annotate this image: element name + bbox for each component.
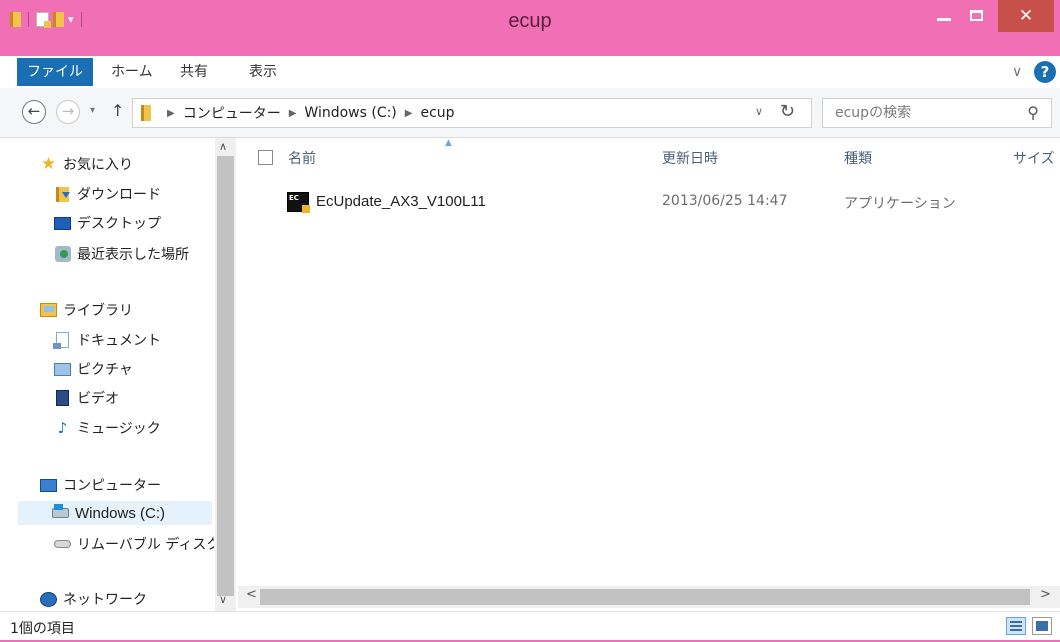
up-button[interactable]: ↑ (111, 101, 124, 120)
nav-item-label: ダウンロード (77, 187, 161, 203)
tab-home[interactable]: ホーム (111, 56, 153, 88)
breadcrumb-current[interactable]: ecup (420, 105, 454, 121)
nav-item-label: リムーバブル ディスク (77, 537, 214, 553)
folder-icon (141, 105, 151, 121)
address-bar[interactable]: ▶ コンピューター ▶ Windows (C:) ▶ ecup ∨ ↻ (132, 98, 812, 128)
nav-item-removable-disk[interactable]: リムーバブル ディスク (54, 532, 214, 556)
search-box[interactable]: ⚲ (822, 98, 1052, 128)
refresh-icon[interactable]: ↻ (780, 101, 795, 122)
downloads-folder-icon (56, 186, 70, 202)
computer-icon (40, 478, 57, 492)
column-header-size[interactable]: サイズ (1013, 148, 1060, 168)
navigation-bar: ← → ▾ ↑ ▶ コンピューター ▶ Windows (C:) ▶ ecup … (0, 88, 1060, 138)
column-headers: ▲ 名前 更新日時 種類 サイズ (238, 138, 1060, 178)
nav-item-network[interactable]: ネットワーク (40, 589, 147, 609)
chevron-down-icon[interactable]: ∨ (1012, 64, 1022, 80)
navigation-pane: ★ お気に入り ダウンロード デスクトップ 最近表示した場所 ライブラリ ドキュ… (0, 138, 238, 611)
large-icons-view-icon[interactable] (1032, 617, 1052, 635)
nav-item-label: デスクトップ (77, 216, 161, 232)
nav-item-pictures[interactable]: ピクチャ (54, 357, 133, 381)
tab-share[interactable]: 共有 (180, 56, 208, 88)
nav-item-label: お気に入り (63, 157, 133, 173)
nav-item-recent-places[interactable]: 最近表示した場所 (54, 242, 189, 266)
nav-item-videos[interactable]: ビデオ (54, 386, 119, 410)
breadcrumb-separator-icon[interactable]: ▶ (405, 108, 413, 119)
item-count: 1個の項目 (10, 621, 75, 637)
libraries-icon (40, 303, 57, 317)
search-input[interactable] (823, 99, 1003, 127)
scroll-right-icon[interactable]: > (1040, 587, 1051, 602)
nav-item-label: ライブラリ (63, 303, 133, 319)
table-row[interactable]: EC EcUpdate_AX3_V100L11 2013/06/25 14:47… (238, 188, 1060, 216)
nav-item-desktop[interactable]: デスクトップ (54, 211, 161, 235)
recent-places-icon (54, 246, 71, 262)
maximize-button[interactable] (962, 0, 990, 30)
file-type: アプリケーション (844, 196, 956, 212)
column-header-modified[interactable]: 更新日時 (662, 148, 718, 168)
title-bar: ▾ ecup ✕ (0, 0, 1060, 56)
address-history-dropdown-icon[interactable]: ∨ (755, 105, 763, 118)
select-all-checkbox[interactable] (258, 150, 273, 165)
drive-icon (52, 504, 69, 518)
scroll-left-icon[interactable]: < (246, 587, 257, 602)
column-header-name[interactable]: 名前 (288, 148, 316, 168)
scroll-up-icon[interactable]: ∧ (219, 140, 227, 153)
nav-item-computer[interactable]: コンピューター (40, 473, 161, 497)
ribbon-tabs: ファイル ホーム 共有 表示 ∨ ? (0, 56, 1060, 88)
documents-icon (53, 332, 69, 349)
nav-item-documents[interactable]: ドキュメント (53, 328, 161, 352)
search-icon[interactable]: ⚲ (1027, 103, 1039, 122)
recent-locations-icon[interactable]: ▾ (90, 105, 95, 116)
nav-item-favorites[interactable]: ★ お気に入り (40, 152, 133, 176)
nav-item-music[interactable]: ♪ ミュージック (54, 416, 161, 440)
minimize-icon (937, 17, 951, 21)
nav-item-downloads[interactable]: ダウンロード (54, 182, 161, 206)
close-button[interactable]: ✕ (998, 0, 1054, 32)
breadcrumb-separator-icon[interactable]: ▶ (289, 108, 297, 119)
network-icon (40, 591, 57, 607)
nav-item-label: 最近表示した場所 (77, 247, 189, 263)
nav-item-label: ミュージック (77, 421, 161, 437)
help-icon[interactable]: ? (1034, 61, 1056, 83)
column-header-type[interactable]: 種類 (844, 148, 872, 168)
removable-disk-icon (54, 540, 71, 548)
nav-item-libraries[interactable]: ライブラリ (40, 298, 133, 322)
breadcrumb-separator-icon[interactable]: ▶ (167, 108, 175, 119)
nav-item-label: ピクチャ (77, 362, 133, 378)
nav-item-label: コンピューター (63, 478, 161, 494)
pictures-icon (54, 362, 71, 376)
music-icon: ♪ (57, 419, 68, 437)
application-icon: EC (287, 192, 310, 213)
breadcrumb-drive[interactable]: Windows (C:) (304, 105, 396, 121)
nav-item-label: Windows (C:) (75, 504, 166, 522)
file-name: EcUpdate_AX3_V100L11 (316, 193, 486, 210)
forward-button[interactable]: → (56, 100, 80, 124)
scrollbar-thumb[interactable] (260, 589, 1030, 605)
scroll-down-icon[interactable]: ∨ (219, 593, 227, 606)
scrollbar-thumb[interactable] (217, 156, 234, 596)
tab-file[interactable]: ファイル (17, 58, 93, 86)
nav-pane-scrollbar[interactable]: ∧ ∨ (215, 138, 236, 611)
maximize-icon (969, 9, 983, 21)
tab-view[interactable]: 表示 (249, 56, 277, 88)
nav-item-label: ビデオ (77, 391, 119, 407)
sort-ascending-icon: ▲ (445, 138, 452, 148)
status-bar: 1個の項目 (0, 611, 1060, 640)
videos-icon (56, 390, 69, 406)
horizontal-scrollbar[interactable]: < > (238, 586, 1060, 608)
minimize-button[interactable] (929, 0, 959, 30)
nav-item-label: ドキュメント (77, 333, 161, 349)
nav-item-windows-c[interactable]: Windows (C:) (18, 501, 212, 525)
window-title: ecup (508, 10, 552, 32)
nav-item-label: ネットワーク (63, 592, 147, 608)
file-modified-date: 2013/06/25 14:47 (662, 193, 788, 209)
breadcrumb-computer[interactable]: コンピューター (183, 103, 281, 123)
back-button[interactable]: ← (22, 100, 46, 124)
star-icon: ★ (40, 154, 57, 174)
details-view-icon[interactable] (1006, 617, 1026, 635)
file-list: ▲ 名前 更新日時 種類 サイズ EC EcUpdate_AX3_V100L11… (238, 138, 1060, 611)
desktop-icon (54, 216, 71, 230)
